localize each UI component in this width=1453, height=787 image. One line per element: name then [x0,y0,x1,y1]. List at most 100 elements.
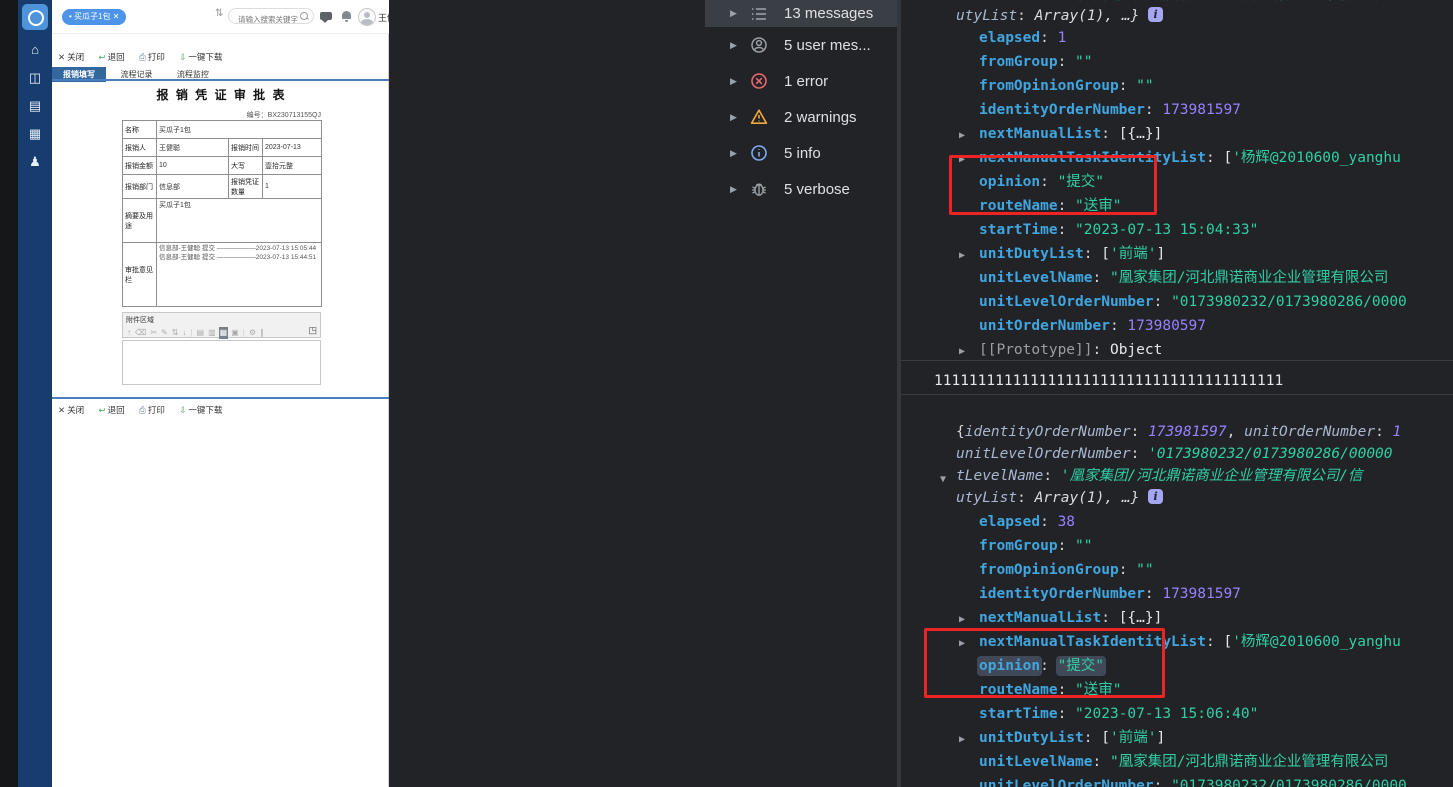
console-token: routeName [979,198,1058,214]
console-token: 1 [1392,424,1402,440]
console-token: "送审" [1075,198,1122,214]
sort-icon[interactable]: ⇅ [171,327,180,339]
opinion-line: 信息部-王健聪 提交 ——————2023-07-13 15:05:44 [159,245,317,252]
console-token: [ [1223,150,1233,166]
info-icon [751,145,767,161]
expand-arrow[interactable]: ▶ [730,40,750,51]
collapse-tabs-icon[interactable]: ⇅ [215,8,223,19]
messages-list-icon [752,7,766,20]
search-icon[interactable] [300,12,308,20]
sidebar-item-user-messages[interactable]: ▶ 5 user mes... [705,27,897,63]
profile-icon[interactable]: ♟ [18,148,52,176]
sidebar-item-warnings[interactable]: ▶ 2 warnings [705,99,897,135]
chip-close-icon[interactable]: ✕ [113,12,120,21]
expand-arrow[interactable]: ▶ [730,8,750,19]
console-row: ▶ unitDutyList: ['前端'] [959,726,1165,750]
close-button[interactable]: ✕ 关闭 [58,52,84,62]
app-nav-sidebar: ⌂ ◫ ▤ ▦ ♟ [18,0,52,787]
print-button[interactable]: ⎙ 打印 [139,52,165,62]
console-token: : [1101,126,1119,142]
home-icon[interactable]: ⌂ [18,36,52,64]
sidebar-item-errors[interactable]: ▶ 1 error [705,63,897,99]
notification-icon[interactable] [342,11,351,22]
pause-icon[interactable]: ∥ [259,327,265,339]
console-token: 173980597 [1127,318,1206,334]
list-view-icon[interactable]: ▤ [196,327,206,339]
download-icon[interactable]: ↓ [181,327,187,339]
console-token: startTime [979,222,1058,238]
console-token: "凰家集团/河北鼎诺商业企业管理有限公司 [1109,754,1389,770]
console-token: 173981597 [1148,424,1227,440]
cut-icon[interactable]: ✂ [149,327,158,339]
sidebar-item-info[interactable]: ▶ 5 info [705,135,897,171]
expand-arrow[interactable]: ▶ [730,112,750,123]
console-row: utyList: Array(1), …} i [956,486,1164,510]
settings-icon[interactable]: ⚙ [248,327,257,339]
return-button[interactable]: ↩ 退回 [99,405,125,415]
attachment-dropzone[interactable] [122,340,321,385]
expand-icon[interactable]: ◳ [308,325,317,336]
sidebar-item-verbose[interactable]: ▶ 5 verbose [705,171,897,207]
console-row: unitLevelName: "凰家集团/河北鼎诺商业企业管理有限公司 [959,266,1388,290]
console-token: 38 [1057,514,1076,530]
console-token: : [1083,246,1102,262]
expand-arrow[interactable]: ▶ [959,632,979,656]
console-row: ▶ nextManualTaskIdentityList: ['杨辉@201060… [959,630,1401,654]
console-token: unitLevelOrderNumber [956,446,1131,462]
report-icon[interactable]: ▤ [18,92,52,120]
console-row: fromOpinionGroup: "" [959,74,1154,98]
upload-icon[interactable]: ↑ [126,327,132,339]
expand-arrow[interactable]: ▶ [959,608,979,632]
download-button[interactable]: ⇩ 一键下载 [179,52,222,62]
avatar[interactable] [358,8,376,26]
console-token: "" [1075,54,1093,70]
app-logo[interactable] [22,4,48,30]
info-badge[interactable]: i [1148,7,1164,22]
console-token: "" [1075,538,1093,554]
amount-label: 报销金额 [122,156,157,175]
image-view-icon[interactable]: ▣ [230,327,240,339]
calendar-icon[interactable]: ▦ [18,120,52,148]
opinion-cell: 信息部-王健聪 提交 ——————2023-07-13 15:05:44 信息部… [155,242,323,307]
tab-underline [52,79,389,81]
error-icon [751,73,767,89]
workbench-icon[interactable]: ◫ [18,64,52,92]
detail-view-icon[interactable]: ▥ [207,327,217,339]
console-token: '前端' [1109,246,1157,262]
expand-arrow[interactable]: ▶ [730,184,750,195]
expand-arrow[interactable]: ▶ [730,76,750,87]
expand-arrow[interactable]: ▶ [959,148,979,172]
console-row: ▶ nextManualList: [{…}] [959,122,1162,146]
console-row: unitLevelOrderNumber: "0173980232/017398… [959,774,1407,787]
console-token: : [1040,514,1058,530]
attachment-toolbar: ↑ ⌫ ✂ ✎ ⇅ ↓ | ▤ ▥ ▦ ▣ | ⚙ ∥ [125,325,305,339]
open-document-chip[interactable]: • 买瓜子1包 ✕ [62,9,127,25]
message-icon[interactable] [320,12,332,23]
console-row: unitLevelName: "凰家集团/河北鼎诺商业企业管理有限公司 [959,750,1388,774]
expand-arrow[interactable]: ▶ [959,728,979,752]
console-token: : [1043,468,1061,484]
return-button[interactable]: ↩ 退回 [99,52,125,62]
console-token: [{…}] [1118,126,1163,142]
expand-arrow[interactable]: ▶ [959,244,979,268]
table-row: 报销部门 信息部 报销凭证数量 1 [122,174,323,199]
info-badge[interactable]: i [1148,489,1164,504]
doc-number: 编号：BX230713155QJ [246,112,321,119]
console-token: : [1040,174,1058,190]
sidebar-item-all-messages[interactable]: ▶ 13 messages [705,0,897,27]
return-icon: ↩ [98,405,106,415]
close-button[interactable]: ✕ 关闭 [58,405,84,415]
grid-view-icon[interactable]: ▦ [218,327,229,339]
download-button[interactable]: ⇩ 一键下载 [179,405,222,415]
expand-arrow[interactable]: ▶ [959,124,979,148]
print-button[interactable]: ⎙ 打印 [139,405,165,415]
console-token: "提交" [1057,658,1105,674]
search-input[interactable] [236,11,306,28]
delete-icon[interactable]: ⌫ [134,327,147,339]
edit-icon[interactable]: ✎ [160,327,169,339]
expand-arrow[interactable]: ▶ [730,148,750,159]
